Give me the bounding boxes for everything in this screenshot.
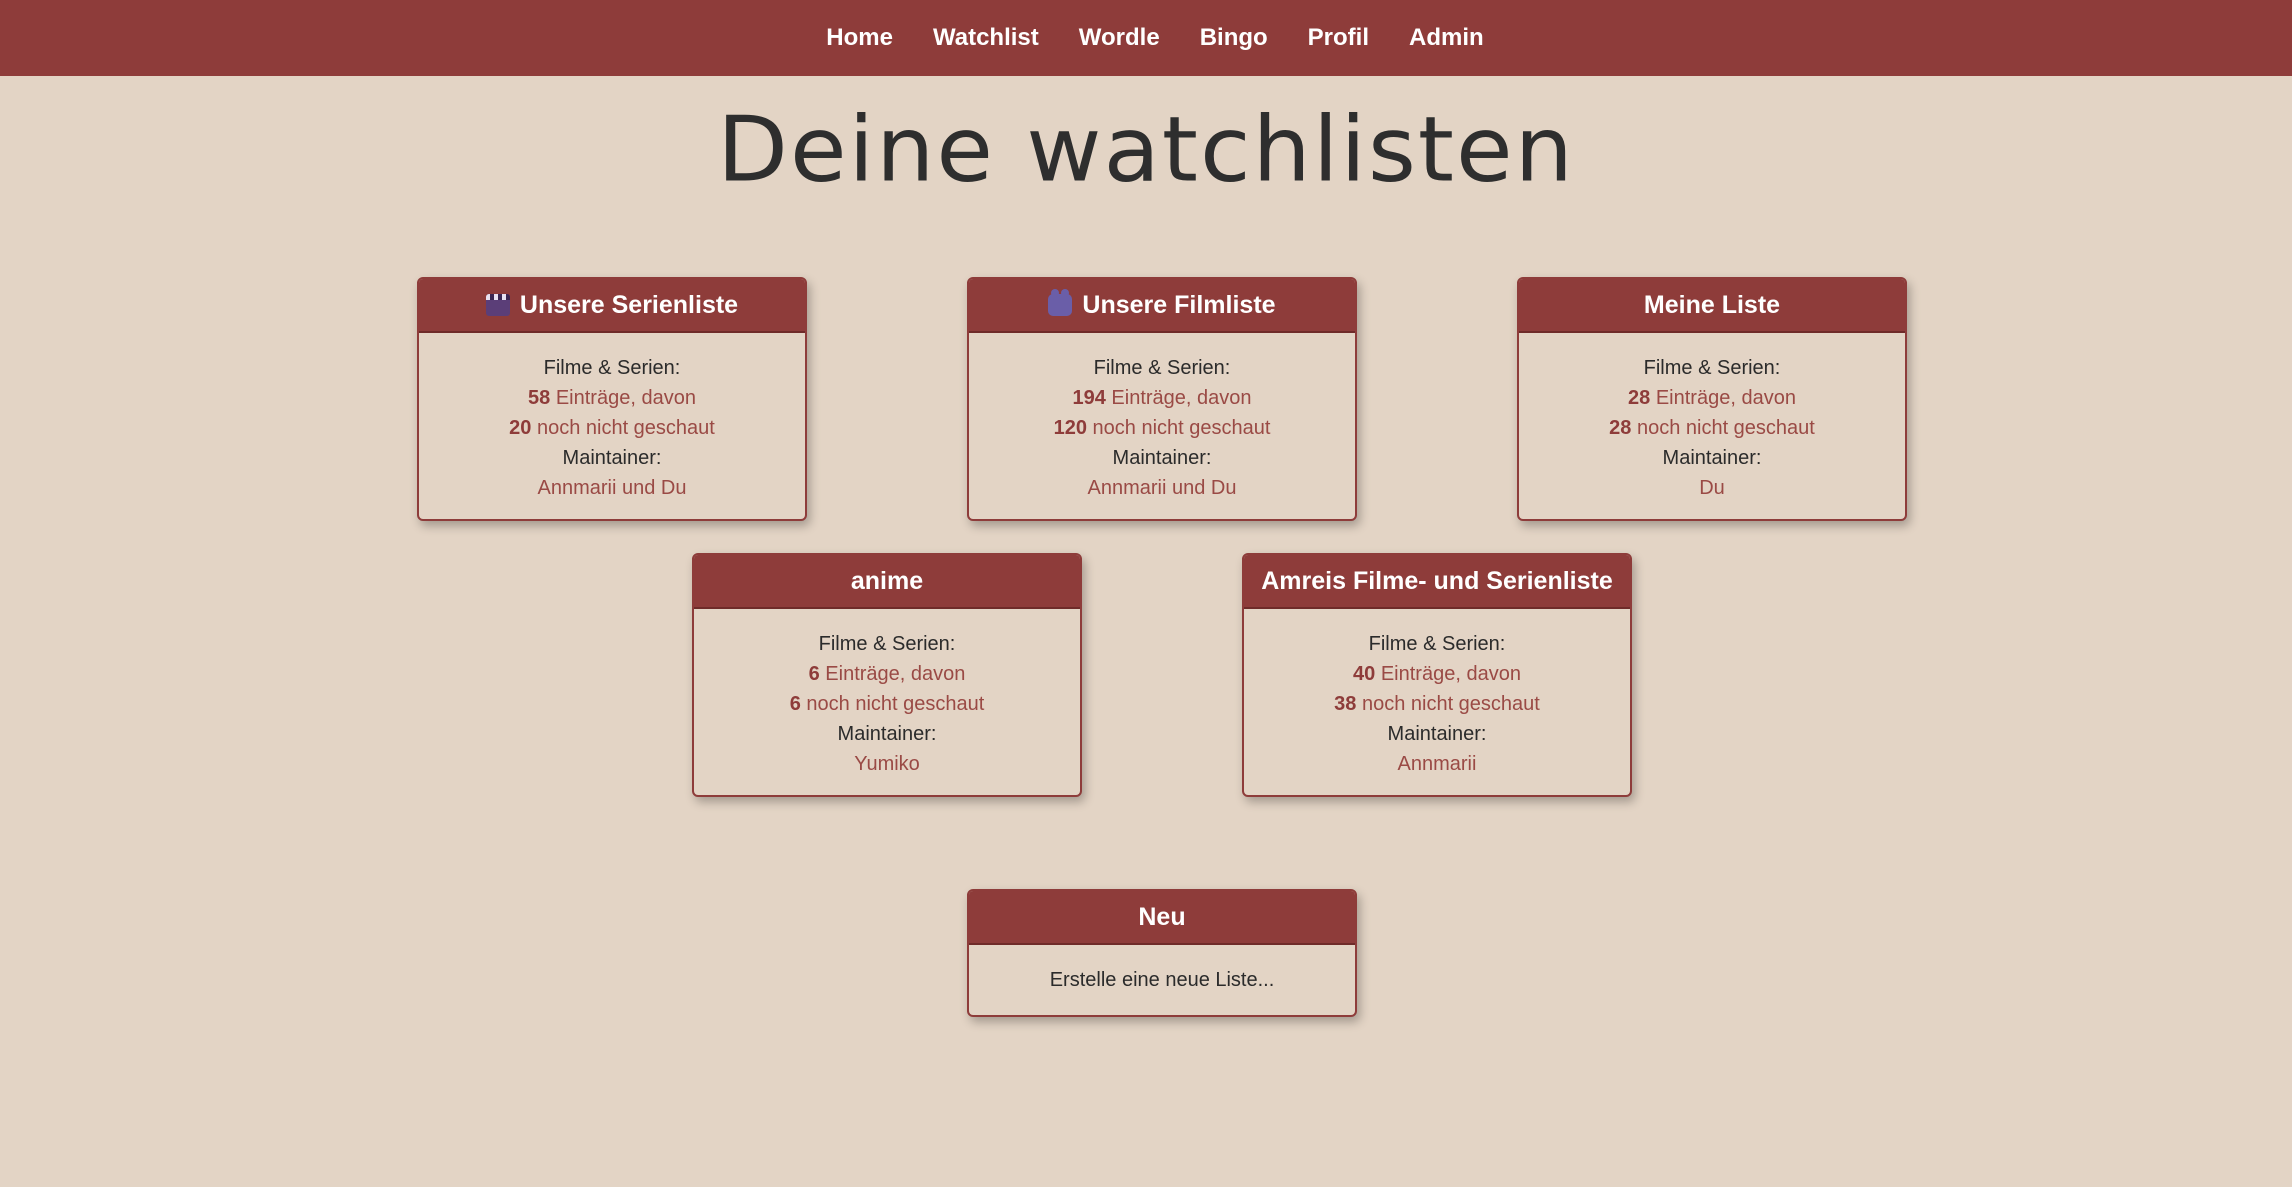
unwatched-count: 28 (1609, 417, 1632, 439)
maintainer-label: Maintainer: (562, 447, 662, 469)
unwatched-count: 38 (1334, 693, 1357, 715)
maintainer-label: Maintainer: (1387, 723, 1487, 745)
card-header: Unsere Filmliste (969, 279, 1355, 333)
card-title: Unsere Filmliste (1082, 290, 1276, 319)
entries-line: 194 Einträge, davon (979, 383, 1345, 413)
nav-watchlist[interactable]: Watchlist (933, 24, 1039, 52)
watchlist-card-filmliste[interactable]: Unsere Filmliste Filme & Serien: 194 Ein… (967, 277, 1357, 521)
items-label: Filme & Serien: (1093, 357, 1231, 379)
card-title: Unsere Serienliste (519, 290, 739, 319)
maintainer-name: Annmarii (1397, 753, 1477, 775)
entries-count: 28 (1628, 387, 1651, 409)
unwatched-suffix: noch nicht geschaut (806, 693, 985, 715)
unwatched-count: 120 (1053, 417, 1087, 439)
entries-count: 6 (808, 663, 820, 685)
card-body: Filme & Serien: 6 Einträge, davon 6 noch… (694, 609, 1080, 795)
entries-suffix: Einträge, davon (825, 663, 966, 685)
entries-line: 40 Einträge, davon (1254, 659, 1620, 689)
top-navbar: Home Watchlist Wordle Bingo Profil Admin (0, 0, 2292, 76)
entries-count: 194 (1072, 387, 1106, 409)
maintainer-label: Maintainer: (837, 723, 937, 745)
card-header: Neu (969, 891, 1355, 945)
card-body: Filme & Serien: 40 Einträge, davon 38 no… (1244, 609, 1630, 795)
maintainer-name: Yumiko (854, 753, 920, 775)
items-label: Filme & Serien: (543, 357, 681, 379)
items-label: Filme & Serien: (1643, 357, 1781, 379)
nav-admin[interactable]: Admin (1409, 24, 1484, 52)
items-label: Filme & Serien: (818, 633, 956, 655)
unwatched-suffix: noch nicht geschaut (1361, 693, 1540, 715)
watchlist-card-meine-liste[interactable]: Meine Liste Filme & Serien: 28 Einträge,… (1517, 277, 1907, 521)
watchlist-card-serienliste[interactable]: Unsere Serienliste Filme & Serien: 58 Ei… (417, 277, 807, 521)
nav-home[interactable]: Home (826, 24, 893, 52)
unwatched-line: 38 noch nicht geschaut (1254, 689, 1620, 719)
clapperboard-icon (485, 294, 510, 316)
card-title: Amreis Filme- und Serienliste (1261, 566, 1613, 595)
unwatched-suffix: noch nicht geschaut (536, 417, 715, 439)
nav-profil[interactable]: Profil (1308, 24, 1369, 52)
page-title: Deine watchlisten (717, 97, 1575, 202)
unwatched-count: 20 (509, 417, 532, 439)
unwatched-line: 28 noch nicht geschaut (1529, 413, 1895, 443)
card-body: Filme & Serien: 194 Einträge, davon 120 … (969, 333, 1355, 519)
card-header: Unsere Serienliste (419, 279, 805, 333)
entries-suffix: Einträge, davon (1111, 387, 1252, 409)
watchlist-card-amreis[interactable]: Amreis Filme- und Serienliste Filme & Se… (1242, 553, 1632, 797)
card-body: Filme & Serien: 58 Einträge, davon 20 no… (419, 333, 805, 519)
card-body: Filme & Serien: 28 Einträge, davon 28 no… (1519, 333, 1905, 519)
new-list-text: Erstelle eine neue Liste... (1049, 969, 1275, 991)
unwatched-suffix: noch nicht geschaut (1092, 417, 1271, 439)
new-list-card[interactable]: Neu Erstelle eine neue Liste... (967, 889, 1357, 1017)
maintainer-name: Du (1699, 477, 1725, 499)
maintainer-name: Annmarii und Du (537, 477, 687, 499)
nav-bingo[interactable]: Bingo (1200, 24, 1268, 52)
entries-count: 58 (528, 387, 551, 409)
maintainer-label: Maintainer: (1112, 447, 1212, 469)
nav-list: Home Watchlist Wordle Bingo Profil Admin (826, 24, 1483, 52)
items-label: Filme & Serien: (1368, 633, 1506, 655)
card-header: Amreis Filme- und Serienliste (1244, 555, 1630, 609)
entries-suffix: Einträge, davon (1380, 663, 1521, 685)
unwatched-count: 6 (789, 693, 801, 715)
card-header: Meine Liste (1519, 279, 1905, 333)
card-title: anime (850, 566, 924, 595)
entries-line: 6 Einträge, davon (704, 659, 1070, 689)
entries-line: 58 Einträge, davon (429, 383, 795, 413)
watchlist-card-anime[interactable]: anime Filme & Serien: 6 Einträge, davon … (692, 553, 1082, 797)
entries-suffix: Einträge, davon (1655, 387, 1796, 409)
card-title: Neu (1138, 902, 1186, 931)
nav-wordle[interactable]: Wordle (1079, 24, 1160, 52)
maintainer-label: Maintainer: (1662, 447, 1762, 469)
movie-camera-icon (1048, 289, 1073, 316)
unwatched-line: 20 noch nicht geschaut (429, 413, 795, 443)
unwatched-line: 6 noch nicht geschaut (704, 689, 1070, 719)
unwatched-line: 120 noch nicht geschaut (979, 413, 1345, 443)
card-title: Meine Liste (1643, 290, 1781, 319)
card-header: anime (694, 555, 1080, 609)
entries-count: 40 (1353, 663, 1376, 685)
entries-suffix: Einträge, davon (555, 387, 696, 409)
unwatched-suffix: noch nicht geschaut (1636, 417, 1815, 439)
maintainer-name: Annmarii und Du (1087, 477, 1237, 499)
entries-line: 28 Einträge, davon (1529, 383, 1895, 413)
